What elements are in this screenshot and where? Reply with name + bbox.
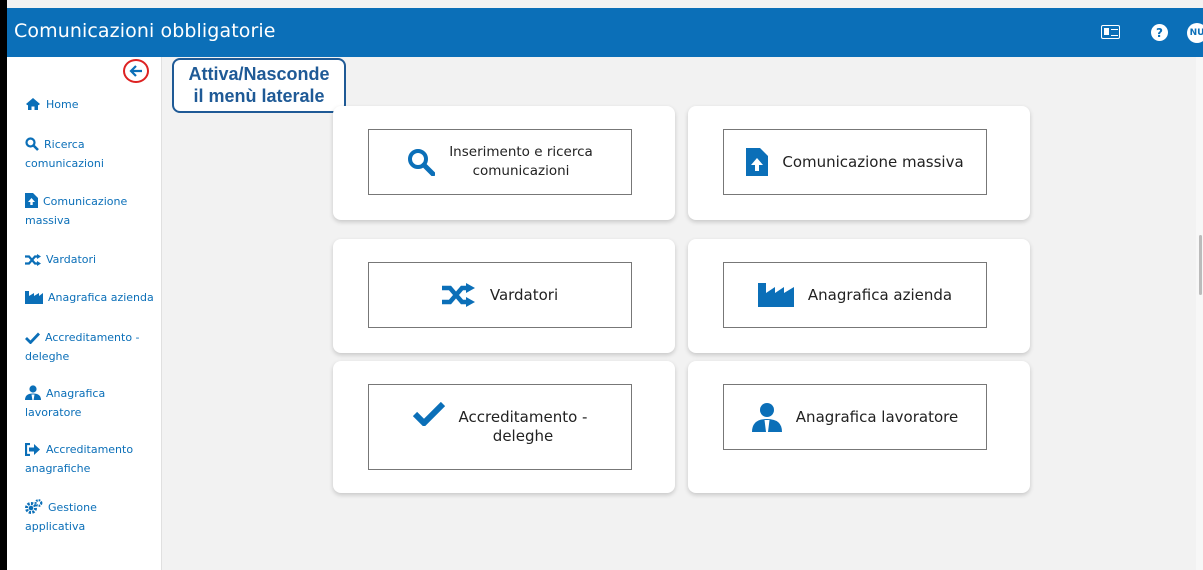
sidebar-item-label: deleghe bbox=[25, 350, 70, 363]
scrollbar[interactable] bbox=[1196, 57, 1203, 570]
sidebar-item-label: Accreditamento bbox=[46, 443, 134, 456]
id-card-icon[interactable] bbox=[1101, 25, 1120, 39]
sidebar-item-label: Vardatori bbox=[46, 253, 97, 266]
vardatori-button[interactable]: Vardatori bbox=[368, 262, 632, 328]
annotation-callout: Attiva/Nasconde il menù laterale bbox=[172, 58, 346, 113]
sidebar-item-label: comunicazioni bbox=[25, 157, 104, 170]
sidebar-item-label: applicativa bbox=[25, 520, 86, 533]
shuffle-icon bbox=[441, 283, 476, 307]
toggle-sidebar-button[interactable] bbox=[123, 59, 149, 83]
sidebar-item-ricerca[interactable]: Ricerca comunicazioni bbox=[25, 137, 104, 172]
sidebar-item-vardatori[interactable]: Vardatori bbox=[25, 252, 96, 271]
sidebar-item-label: Comunicazione bbox=[43, 195, 128, 208]
scrollbar-thumb[interactable] bbox=[1199, 235, 1202, 295]
button-label: deleghe bbox=[492, 427, 554, 445]
arrow-left-icon bbox=[129, 62, 143, 81]
button-label: comunicazioni bbox=[472, 163, 570, 179]
sidebar-item-label: Home bbox=[46, 98, 79, 111]
sidebar-item-label: Ricerca bbox=[44, 138, 85, 151]
anagrafica-azienda-button[interactable]: Anagrafica azienda bbox=[723, 262, 987, 328]
button-label: Inserimento e ricerca bbox=[449, 144, 593, 160]
anagrafica-lavoratore-button[interactable]: Anagrafica lavoratore bbox=[723, 384, 987, 450]
accreditamento-deleghe-button[interactable]: Accreditamento - deleghe bbox=[368, 384, 632, 470]
sidebar-item-comunicazione-massiva[interactable]: Comunicazione massiva bbox=[25, 193, 127, 229]
home-icon bbox=[25, 97, 41, 116]
help-icon[interactable]: ? bbox=[1151, 24, 1168, 41]
search-icon bbox=[407, 148, 436, 176]
sidebar-item-label: Anagrafica bbox=[46, 387, 106, 400]
sidebar-item-accreditamento-deleghe[interactable]: Accreditamento - deleghe bbox=[25, 330, 140, 365]
tile-vardatori: Vardatori bbox=[333, 239, 675, 353]
callout-line: Attiva/Nasconde bbox=[188, 64, 330, 84]
button-label: Anagrafica lavoratore bbox=[795, 407, 959, 426]
check-icon bbox=[412, 402, 445, 426]
callout-line: il menù laterale bbox=[193, 86, 325, 106]
tile-azienda: Anagrafica azienda bbox=[688, 239, 1030, 353]
app-title: Comunicazioni obbligatorie bbox=[14, 20, 276, 42]
inserimento-ricerca-button[interactable]: Inserimento e ricerca comunicazioni bbox=[368, 129, 632, 195]
users-icon bbox=[751, 402, 782, 432]
comunicazione-massiva-button[interactable]: Comunicazione massiva bbox=[723, 129, 987, 195]
sidebar-item-label: massiva bbox=[25, 214, 71, 227]
sidebar-item-label: Gestione bbox=[48, 501, 97, 514]
sidebar-item-label: anagrafiche bbox=[25, 462, 91, 475]
sidebar-item-label: Accreditamento - bbox=[45, 331, 140, 344]
tile-accreditamento: Accreditamento - deleghe bbox=[333, 361, 675, 493]
search-icon bbox=[25, 137, 39, 156]
window-frame bbox=[0, 0, 7, 570]
sidebar-item-home[interactable]: Home bbox=[25, 97, 78, 116]
button-label: Comunicazione massiva bbox=[782, 152, 964, 171]
shuffle-icon bbox=[25, 254, 41, 271]
sidebar-item-anagrafica-azienda[interactable]: Anagrafica azienda bbox=[25, 290, 154, 309]
button-label: Anagrafica azienda bbox=[807, 285, 953, 304]
app-header: Comunicazioni obbligatorie ? NU bbox=[7, 8, 1203, 57]
cogs-icon bbox=[25, 499, 43, 519]
file-upload-icon bbox=[746, 148, 769, 176]
sign-in-icon bbox=[24, 442, 41, 461]
sidebar: Home Ricerca comunicazioni Comunicazione… bbox=[7, 57, 162, 570]
check-icon bbox=[25, 332, 41, 349]
tile-massiva: Comunicazione massiva bbox=[688, 106, 1030, 220]
tile-inserimento: Inserimento e ricerca comunicazioni bbox=[333, 106, 675, 220]
factory-icon bbox=[757, 283, 794, 307]
sidebar-item-anagrafica-lavoratore[interactable]: Anagrafica lavoratore bbox=[25, 385, 105, 421]
sidebar-item-gestione-applicativa[interactable]: Gestione applicativa bbox=[25, 499, 97, 535]
sidebar-item-label: lavoratore bbox=[25, 406, 82, 419]
user-avatar[interactable]: NU bbox=[1187, 23, 1203, 43]
file-upload-icon bbox=[25, 193, 38, 213]
factory-icon bbox=[25, 291, 43, 309]
sidebar-item-accreditamento-anagrafiche[interactable]: Accreditamento anagrafiche bbox=[24, 442, 134, 477]
tile-lavoratore: Anagrafica lavoratore bbox=[688, 361, 1030, 493]
users-icon bbox=[25, 385, 41, 405]
button-label: Vardatori bbox=[489, 285, 559, 304]
sidebar-item-label: Anagrafica azienda bbox=[48, 291, 154, 304]
button-label: Accreditamento - bbox=[458, 408, 588, 426]
